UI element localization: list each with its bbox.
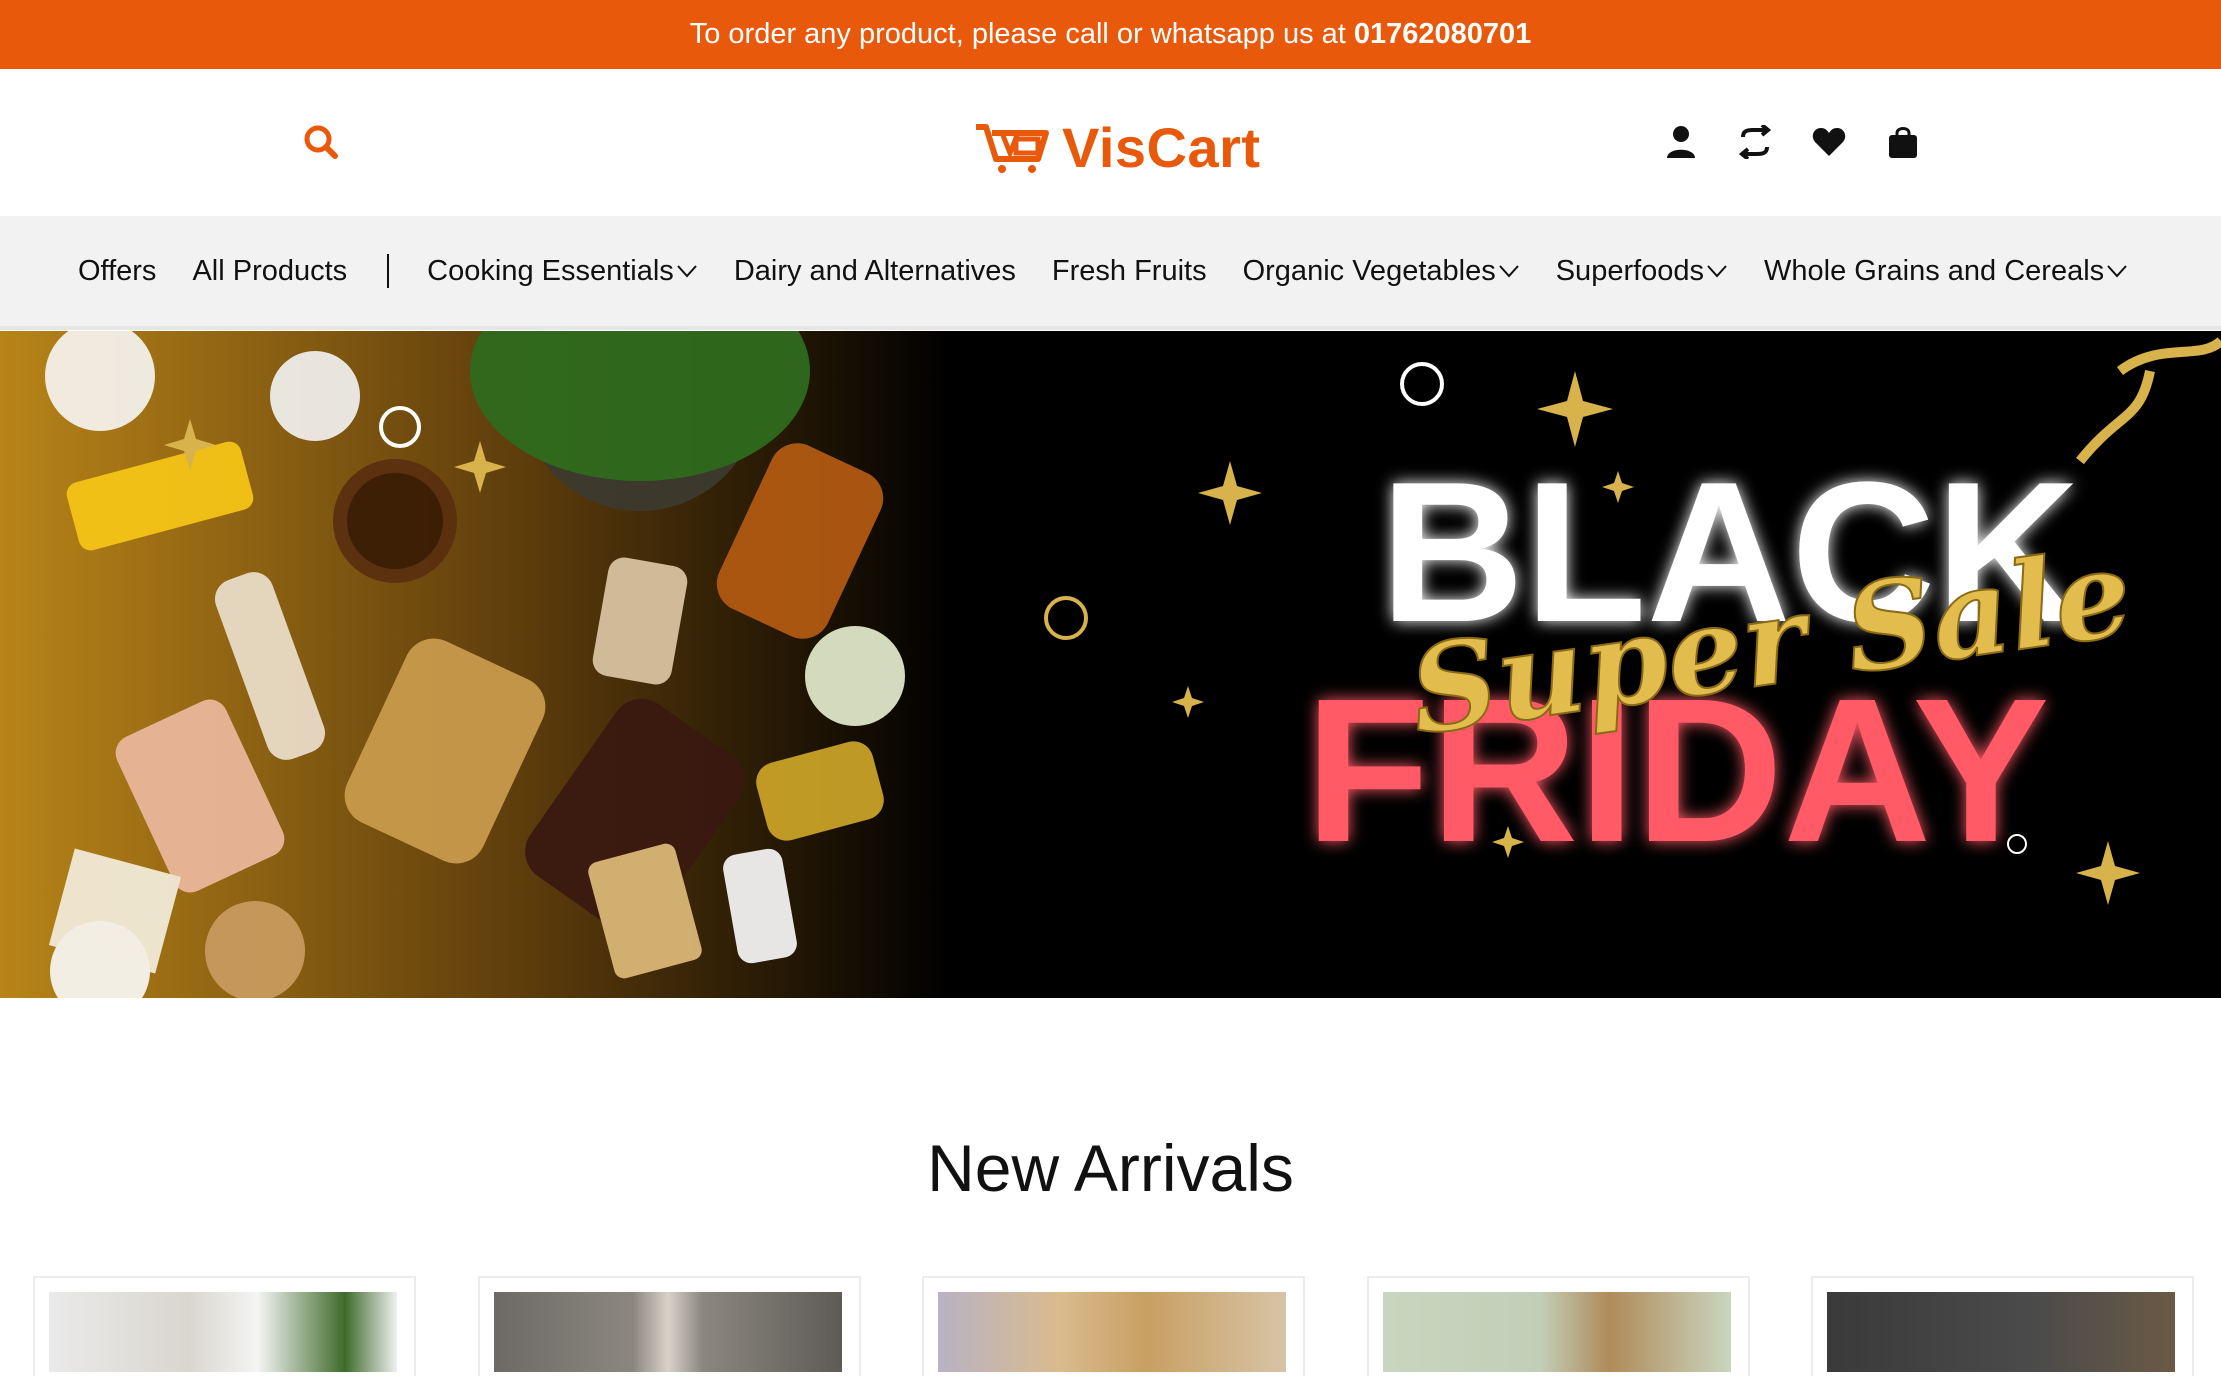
chevron-down-icon: [1707, 265, 1727, 278]
cart-logo-icon: [976, 124, 1049, 173]
product-image: [1827, 1292, 2175, 1372]
nav-item-label: Superfoods: [1555, 254, 1705, 287]
nav-item-offers[interactable]: Offers: [78, 255, 156, 288]
search-icon[interactable]: [300, 121, 344, 165]
site-logo[interactable]: VisCart: [972, 113, 1261, 181]
nav-item-label: Fresh Fruits: [1051, 254, 1207, 287]
announcement-phone[interactable]: 01762080701: [1354, 18, 1531, 51]
nav-item-label: All Products: [192, 254, 348, 287]
nav-item-all-products[interactable]: All Products: [192, 255, 347, 288]
nav-item-label: Offers: [78, 254, 157, 287]
product-grid: [33, 1276, 2194, 1376]
product-card[interactable]: [478, 1276, 861, 1376]
product-image: [49, 1292, 397, 1372]
brand-name: VisCart: [1062, 115, 1261, 179]
nav-item-dairy[interactable]: Dairy and Alternatives: [734, 255, 1016, 288]
nav-divider: [387, 254, 390, 288]
hero-banner[interactable]: BLACK FRIDAY Super Sale: [0, 331, 2221, 998]
nav-item-cooking-essentials[interactable]: Cooking Essentials: [427, 255, 698, 288]
nav-item-label: Cooking Essentials: [427, 254, 674, 287]
product-card[interactable]: [922, 1276, 1305, 1376]
product-image: [938, 1292, 1286, 1372]
main-nav: Offers All Products Cooking Essentials D…: [0, 216, 2221, 330]
nav-item-superfoods[interactable]: Superfoods: [1556, 255, 1728, 288]
nav-item-organic-vegetables[interactable]: Organic Vegetables: [1243, 255, 1520, 288]
bag-icon[interactable]: [1882, 121, 1924, 163]
hero-artwork: BLACK FRIDAY Super Sale: [0, 331, 2221, 998]
announcement-bar: To order any product, please call or wha…: [0, 0, 2221, 69]
product-card[interactable]: [33, 1276, 416, 1376]
user-icon[interactable]: [1660, 121, 1702, 163]
announcement-text: To order any product, please call or wha…: [689, 18, 1346, 50]
chevron-down-icon: [677, 265, 697, 278]
nav-item-whole-grains[interactable]: Whole Grains and Cereals: [1764, 255, 2128, 288]
product-card[interactable]: [1811, 1276, 2194, 1376]
product-card[interactable]: [1367, 1276, 1750, 1376]
new-arrivals-title: New Arrivals: [927, 1131, 1294, 1205]
nav-item-label: Dairy and Alternatives: [733, 254, 1016, 287]
product-image: [1383, 1292, 1731, 1372]
nav-item-label: Whole Grains and Cereals: [1764, 254, 2105, 287]
nav-item-label: Organic Vegetables: [1242, 254, 1496, 287]
nav-item-fresh-fruits[interactable]: Fresh Fruits: [1052, 255, 1207, 288]
chevron-down-icon: [2107, 265, 2127, 278]
header-actions: [1660, 121, 1924, 163]
compare-icon[interactable]: [1734, 121, 1776, 163]
product-image: [494, 1292, 842, 1372]
site-header: VisCart: [0, 69, 2221, 216]
heart-icon[interactable]: [1808, 121, 1850, 163]
chevron-down-icon: [1498, 265, 1519, 278]
